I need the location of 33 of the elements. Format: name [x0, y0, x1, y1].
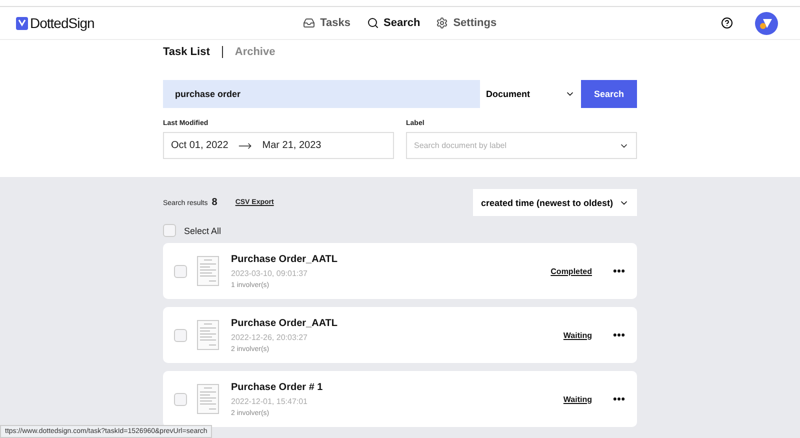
task-status-link[interactable]: Completed [536, 266, 592, 276]
search-button[interactable]: Search [581, 80, 637, 108]
task-title: Purchase Order_AATL [231, 254, 339, 264]
nav-tab[interactable]: Settings [436, 17, 497, 29]
settings-icon [436, 17, 448, 29]
search-field[interactable]: purchase order [163, 80, 480, 108]
list-tab[interactable]: Task List [163, 46, 210, 58]
search-icon [366, 17, 378, 29]
brand-name: DottedSign [30, 15, 94, 31]
logo-icon [16, 16, 28, 30]
list-tab[interactable]: Archive [234, 46, 276, 58]
avatar-icon[interactable] [755, 12, 778, 34]
nav-tab[interactable]: Tasks [303, 17, 350, 29]
task-time: 2022-12-26, 20:03:27 [231, 332, 309, 342]
task-title: Purchase Order_AATL [231, 318, 339, 328]
task-checkbox[interactable] [174, 392, 187, 406]
document-thumbnail [197, 384, 219, 414]
task-time: 2022-12-01, 15:47:01 [231, 396, 309, 406]
nav-tab[interactable]: Search [366, 17, 420, 29]
select-all-label: Select All [184, 226, 222, 236]
document-thumbnail [197, 320, 219, 350]
task-checkbox[interactable] [174, 328, 187, 342]
tray-icon [303, 17, 316, 29]
task-time: 2023-03-10, 09:01:37 [231, 268, 309, 278]
date-range-field[interactable]: Oct 01, 2022 Mar 21, 2023 [163, 132, 394, 159]
document-thumbnail [197, 256, 219, 286]
task-title: Purchase Order # 1 [231, 382, 324, 392]
help-icon[interactable] [721, 17, 733, 29]
sort-dropdown[interactable]: created time (newest to oldest) [472, 189, 637, 216]
task-checkbox[interactable] [174, 264, 187, 278]
task-status-link[interactable]: Waiting [536, 330, 592, 340]
select-all-checkbox[interactable] [163, 224, 176, 237]
task-status-link[interactable]: Waiting [536, 394, 592, 404]
